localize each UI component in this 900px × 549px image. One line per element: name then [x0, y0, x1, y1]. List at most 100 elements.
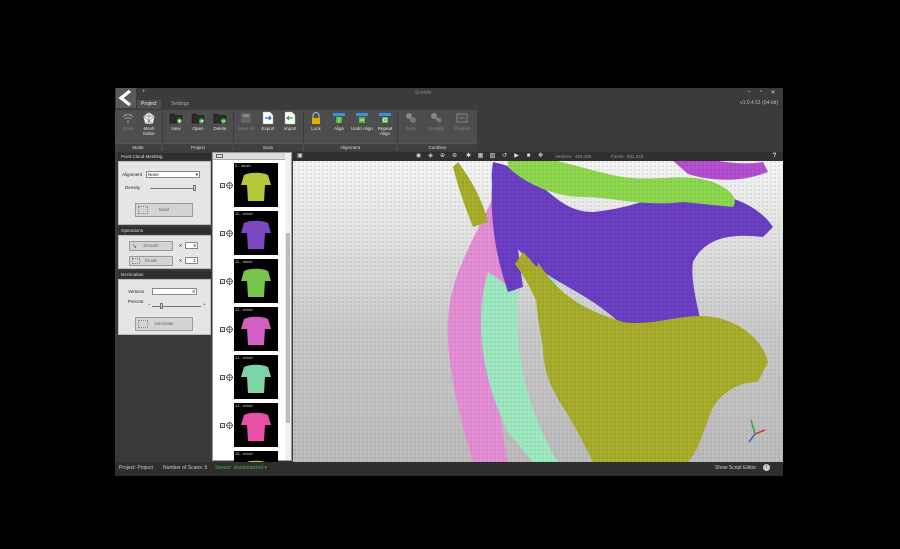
times-label: X: [179, 243, 183, 248]
repeat-align-icon: [379, 113, 391, 123]
save-icon: [240, 112, 252, 124]
import-button[interactable]: Import: [279, 111, 301, 141]
scan-visible-checkbox[interactable]: ✓: [220, 231, 225, 236]
density-slider-track[interactable]: [150, 188, 195, 189]
scrollbar-thumb[interactable]: [286, 233, 290, 423]
app-logo[interactable]: [116, 88, 136, 108]
vertices-count-label: Vertices:: [555, 154, 573, 159]
view-points-icon[interactable]: ⊛: [451, 153, 458, 160]
grid-icon[interactable]: ▦: [477, 153, 484, 160]
target-icon[interactable]: [226, 326, 233, 333]
undo-align-button[interactable]: Undo Align: [351, 111, 373, 141]
export-button[interactable]: Export: [257, 111, 279, 141]
undo-align-icon: [356, 113, 368, 123]
scan-thumbnail[interactable]: 12 - mesh: [234, 307, 278, 351]
scan-list-item[interactable]: ✓ 12 - mesh: [213, 307, 285, 352]
list-view-icon[interactable]: [216, 154, 223, 158]
light-icon[interactable]: ✱: [465, 153, 472, 160]
view-front-icon[interactable]: ◉: [415, 153, 422, 160]
reset-view-icon[interactable]: ↺: [501, 153, 508, 160]
new-project-button[interactable]: New: [165, 111, 187, 141]
maximize-icon[interactable]: ▫: [757, 89, 765, 95]
move-icon[interactable]: ✥: [537, 153, 544, 160]
percent-plus[interactable]: +: [203, 302, 206, 307]
camera-icon[interactable]: ▣: [295, 153, 305, 160]
open-project-button[interactable]: Open: [187, 111, 209, 141]
repeat-align-button[interactable]: Repeat Align: [374, 111, 396, 141]
delete-project-button[interactable]: Delete: [209, 111, 231, 141]
info-icon[interactable]: i: [763, 464, 770, 471]
build-button[interactable]: Build: [135, 203, 193, 217]
group-label-project: Project: [163, 143, 233, 151]
density-slider-thumb[interactable]: [193, 185, 196, 191]
viewport-toolbar: ▣ ◉ ◈ ⊕ ⊛ ✱ ▦ ▧ ↺ ▶ ■ ✥ Vertices: 423,19…: [293, 152, 783, 161]
scan-list-item[interactable]: ✓ 9 - mesh: [213, 163, 285, 208]
scan-visible-checkbox[interactable]: ✓: [220, 423, 225, 428]
scan-thumbnail[interactable]: 9 - mesh: [234, 163, 278, 207]
fuse-button[interactable]: Fuse: [400, 111, 422, 141]
tab-settings[interactable]: Settings: [167, 100, 193, 109]
torso-thumbnail-icon: [241, 268, 271, 297]
simplify-button[interactable]: Simplify: [425, 111, 447, 141]
scan-list-scrollbar[interactable]: [285, 153, 291, 460]
help-icon[interactable]: ?: [771, 153, 778, 160]
close-icon[interactable]: ✕: [769, 89, 777, 96]
tab-project[interactable]: Project: [137, 100, 161, 109]
scan-list-item[interactable]: ✓ 10 - mesh: [213, 211, 285, 256]
mesh-render[interactable]: [293, 152, 783, 462]
play-icon[interactable]: ▶: [513, 153, 520, 160]
scan-thumbnail[interactable]: 14 - mesh: [234, 403, 278, 447]
scan-visible-checkbox[interactable]: ✓: [220, 279, 225, 284]
view-wire-icon[interactable]: ⊕: [439, 153, 446, 160]
mesh-editor-button[interactable]: Mesh Editor: [138, 111, 160, 141]
folder-new-icon: [169, 113, 183, 124]
lock-button[interactable]: Lock: [305, 111, 327, 141]
minimize-icon[interactable]: –: [745, 89, 753, 95]
decimate-button[interactable]: Decimate: [135, 317, 193, 331]
scan-list-item[interactable]: ✓ 11 - mesh: [213, 259, 285, 304]
percent-minus[interactable]: −: [148, 302, 151, 307]
smooth-button[interactable]: ➘ Smooth: [129, 241, 173, 251]
quick-access-plus[interactable]: +: [142, 89, 146, 95]
brush-icon: ➘: [132, 244, 138, 250]
ribbon-separator: [233, 112, 234, 142]
target-icon[interactable]: [226, 278, 233, 285]
save-all-button[interactable]: Save All: [235, 111, 257, 141]
left-panel: Point Cloud Meshing Alignment None ▾ Den…: [117, 152, 211, 460]
finalize-button[interactable]: Finalize: [451, 111, 473, 141]
bbox-icon[interactable]: ▧: [489, 153, 496, 160]
scan-list-item[interactable]: ✓ 13 - mesh: [213, 355, 285, 400]
target-icon[interactable]: [226, 374, 233, 381]
point-cloud-meshing-section: Alignment None ▾ Density Build: [118, 161, 211, 225]
target-icon[interactable]: [226, 422, 233, 429]
target-icon[interactable]: [226, 230, 233, 237]
target-icon[interactable]: [226, 182, 233, 189]
scan-thumbnail[interactable]: 13 - mesh: [234, 355, 278, 399]
erode-times-stepper[interactable]: 1: [185, 257, 198, 264]
times-label: X: [179, 258, 183, 263]
3d-viewport[interactable]: [293, 152, 783, 462]
stop-icon[interactable]: ■: [525, 153, 532, 160]
alignment-select[interactable]: None ▾: [146, 171, 200, 178]
erode-button[interactable]: Erode: [129, 256, 173, 266]
scan-thumbnail[interactable]: 11 - mesh: [234, 259, 278, 303]
status-scan-count: Number of Scans: 9: [163, 465, 208, 471]
import-icon: [284, 111, 296, 125]
scan-visible-checkbox[interactable]: ✓: [220, 183, 225, 188]
scan-visible-checkbox[interactable]: ✓: [220, 327, 225, 332]
smooth-times-stepper[interactable]: 5: [185, 242, 198, 249]
scan-list-item[interactable]: ✓ 14 - mesh: [213, 403, 285, 448]
status-sensor[interactable]: Sensor: disconnected ▾: [215, 465, 267, 471]
scan-visible-checkbox[interactable]: ✓: [220, 375, 225, 380]
scan-thumbnail[interactable]: 10 - mesh: [234, 211, 278, 255]
chevron-down-icon: ▾: [195, 172, 198, 177]
scan-mode-button[interactable]: Scan: [117, 111, 139, 141]
align-button[interactable]: Align: [328, 111, 350, 141]
view-mesh-icon[interactable]: ◈: [427, 153, 434, 160]
vertices-field[interactable]: 0: [152, 288, 197, 295]
simplify-icon: [431, 113, 442, 123]
show-script-editor-link[interactable]: Show Script Editor: [715, 465, 756, 471]
decimate-icon: [138, 320, 148, 328]
section-header-operations: Operations: [118, 227, 211, 234]
percent-slider-thumb[interactable]: [159, 303, 163, 309]
